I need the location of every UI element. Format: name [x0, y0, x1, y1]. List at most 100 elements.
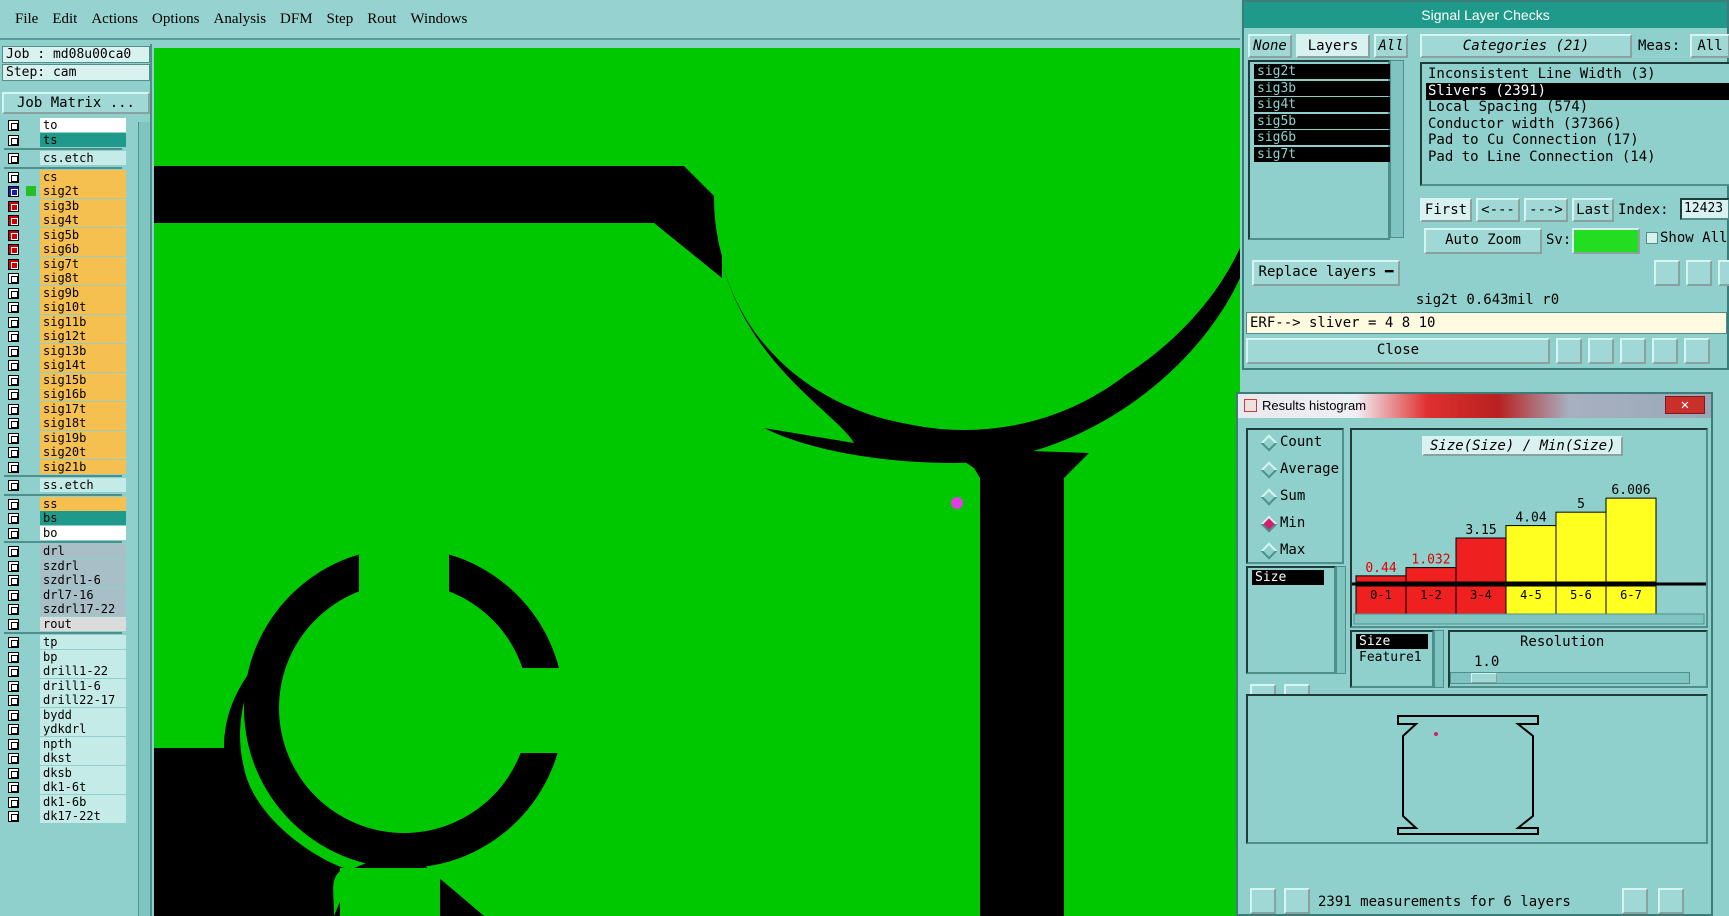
report-icon[interactable]	[1652, 338, 1678, 364]
auto-zoom-dropdown[interactable]: Auto Zoom	[1424, 228, 1542, 254]
layer-affected-toggle[interactable]	[8, 604, 19, 615]
layer-row[interactable]: sig11b	[4, 314, 126, 330]
layer-affected-toggle[interactable]	[8, 345, 19, 357]
layer-row[interactable]: sig15b	[4, 372, 126, 388]
layer-affected-toggle[interactable]	[8, 782, 19, 793]
layer-name[interactable]: sig10t	[40, 300, 126, 314]
layer-name[interactable]: ts	[40, 132, 126, 147]
layer-name[interactable]: sig6b	[40, 242, 126, 256]
layer-affected-toggle[interactable]	[8, 695, 19, 706]
layer-name[interactable]: sig19b	[40, 430, 126, 445]
layer-row[interactable]: ss	[4, 496, 126, 512]
layer-name[interactable]: szdrl1-6	[40, 573, 126, 587]
layer-row[interactable]: dkst	[4, 751, 126, 766]
layer-name[interactable]: bydd	[40, 707, 126, 722]
layer-row[interactable]: sig16b	[4, 387, 126, 402]
prev-button[interactable]: <---	[1476, 198, 1520, 222]
layer-row[interactable]: szdrl1-6	[4, 573, 126, 588]
layer-name[interactable]: sig21b	[40, 459, 126, 474]
layer-name[interactable]: ss	[40, 496, 126, 511]
layer-affected-toggle[interactable]	[8, 447, 19, 458]
layer-affected-toggle[interactable]	[8, 498, 19, 510]
layer-affected-toggle[interactable]	[8, 120, 19, 131]
job-matrix-button[interactable]: Job Matrix ...	[2, 92, 150, 114]
last-button[interactable]: Last	[1572, 198, 1614, 222]
layer-name[interactable]: sig4t	[40, 213, 126, 227]
layer-name[interactable]: sig8t	[40, 271, 126, 285]
layer-row[interactable]: rout	[4, 616, 126, 632]
resolution-slider-thumb[interactable]	[1471, 673, 1497, 683]
layer-name[interactable]: sig20t	[40, 445, 126, 459]
meas-all-button[interactable]: All	[1690, 34, 1729, 58]
layer-name[interactable]: ydkdrl	[40, 722, 126, 736]
layer-name[interactable]: sig16b	[40, 387, 126, 401]
category-list[interactable]: Inconsistent Line Width (3) Slivers (2391…	[1420, 62, 1729, 186]
cross-icon[interactable]	[1620, 338, 1646, 364]
chart-hscroll[interactable]	[1353, 613, 1705, 625]
layer-row[interactable]: drill1-6	[4, 678, 126, 694]
layer-affected-toggle[interactable]	[8, 432, 19, 444]
layer-affected-toggle[interactable]	[8, 724, 19, 735]
layer-affected-toggle[interactable]	[8, 680, 19, 692]
layer-row[interactable]: sig12t	[4, 329, 126, 344]
layer-affected-toggle[interactable]	[8, 513, 19, 524]
del-icon[interactable]	[1250, 888, 1276, 914]
layer-row[interactable]: sig9b	[4, 285, 126, 301]
layer-row[interactable]: sig19b	[4, 430, 126, 446]
category-item[interactable]: Slivers (2391)	[1426, 82, 1729, 100]
layer-row[interactable]: ts	[4, 132, 126, 148]
first-button[interactable]: First	[1420, 198, 1472, 222]
layer-row[interactable]: sig18t	[4, 416, 126, 431]
layer-affected-toggle[interactable]	[8, 331, 19, 342]
layer-list-vscroll[interactable]	[1390, 60, 1404, 238]
layer-name[interactable]: dkst	[40, 751, 126, 765]
layer-name[interactable]: bo	[40, 525, 126, 540]
layer-name[interactable]: sig2t	[40, 184, 126, 198]
mode-radio-count[interactable]: Count	[1260, 432, 1322, 452]
category-item[interactable]: Inconsistent Line Width (3)	[1426, 66, 1729, 83]
layer-affected-toggle[interactable]	[8, 153, 19, 164]
layer-name[interactable]: bs	[40, 511, 126, 525]
layer-name[interactable]: dksb	[40, 765, 126, 780]
menu-options[interactable]: Options	[145, 11, 207, 28]
layer-affected-toggle[interactable]	[8, 637, 19, 648]
histogram-bar[interactable]	[1605, 497, 1657, 583]
mode-radio-min[interactable]: Min	[1260, 513, 1305, 533]
layer-name[interactable]: drl	[40, 544, 126, 558]
layer-name[interactable]: drill22-17	[40, 693, 126, 707]
layer-name[interactable]: to	[40, 118, 126, 132]
layer-row[interactable]: sig21b	[4, 459, 126, 475]
layer-affected-toggle[interactable]	[8, 287, 19, 299]
sliver-marker[interactable]	[951, 497, 963, 509]
layer-row[interactable]: szdrl	[4, 558, 126, 574]
layer-name[interactable]: dk1-6t	[40, 780, 126, 794]
layer-affected-toggle[interactable]	[8, 418, 19, 429]
layer-name[interactable]: sig5b	[40, 227, 126, 242]
layer-row[interactable]: tp	[4, 635, 126, 650]
layer-name[interactable]: sig17t	[40, 401, 126, 416]
layer-row[interactable]: sig7t	[4, 256, 126, 272]
layer-name[interactable]: bp	[40, 649, 126, 664]
layer-row[interactable]: cs	[4, 169, 126, 185]
layer-row[interactable]: drill22-17	[4, 693, 126, 708]
layer-name[interactable]: rout	[40, 616, 126, 631]
layer-affected-toggle[interactable]	[8, 273, 19, 284]
layer-affected-toggle[interactable]	[8, 796, 19, 808]
layer-name[interactable]: cs	[40, 169, 126, 184]
layer-name[interactable]: sig18t	[40, 416, 126, 430]
screen-icon[interactable]	[1588, 338, 1614, 364]
next-action-icon[interactable]	[1718, 260, 1729, 286]
layer-row[interactable]: to	[4, 118, 126, 133]
close-icon[interactable]: ✕	[1665, 396, 1705, 414]
traffic-light-icon[interactable]	[1556, 338, 1582, 364]
layer-row[interactable]: sig5b	[4, 227, 126, 243]
category-item[interactable]: Pad to Cu Connection (17)	[1426, 132, 1729, 149]
category-item[interactable]: Pad to Line Connection (14)	[1426, 149, 1729, 166]
menu-windows[interactable]: Windows	[403, 11, 474, 28]
check-layer-item[interactable]: sig6b	[1254, 130, 1394, 145]
category-item[interactable]: Conductor width (37366)	[1426, 116, 1729, 133]
layer-row[interactable]: sig2t	[4, 184, 126, 199]
next-button[interactable]: --->	[1524, 198, 1568, 222]
layer-row[interactable]: npth	[4, 736, 126, 752]
layer-row[interactable]: sig6b	[4, 242, 126, 257]
